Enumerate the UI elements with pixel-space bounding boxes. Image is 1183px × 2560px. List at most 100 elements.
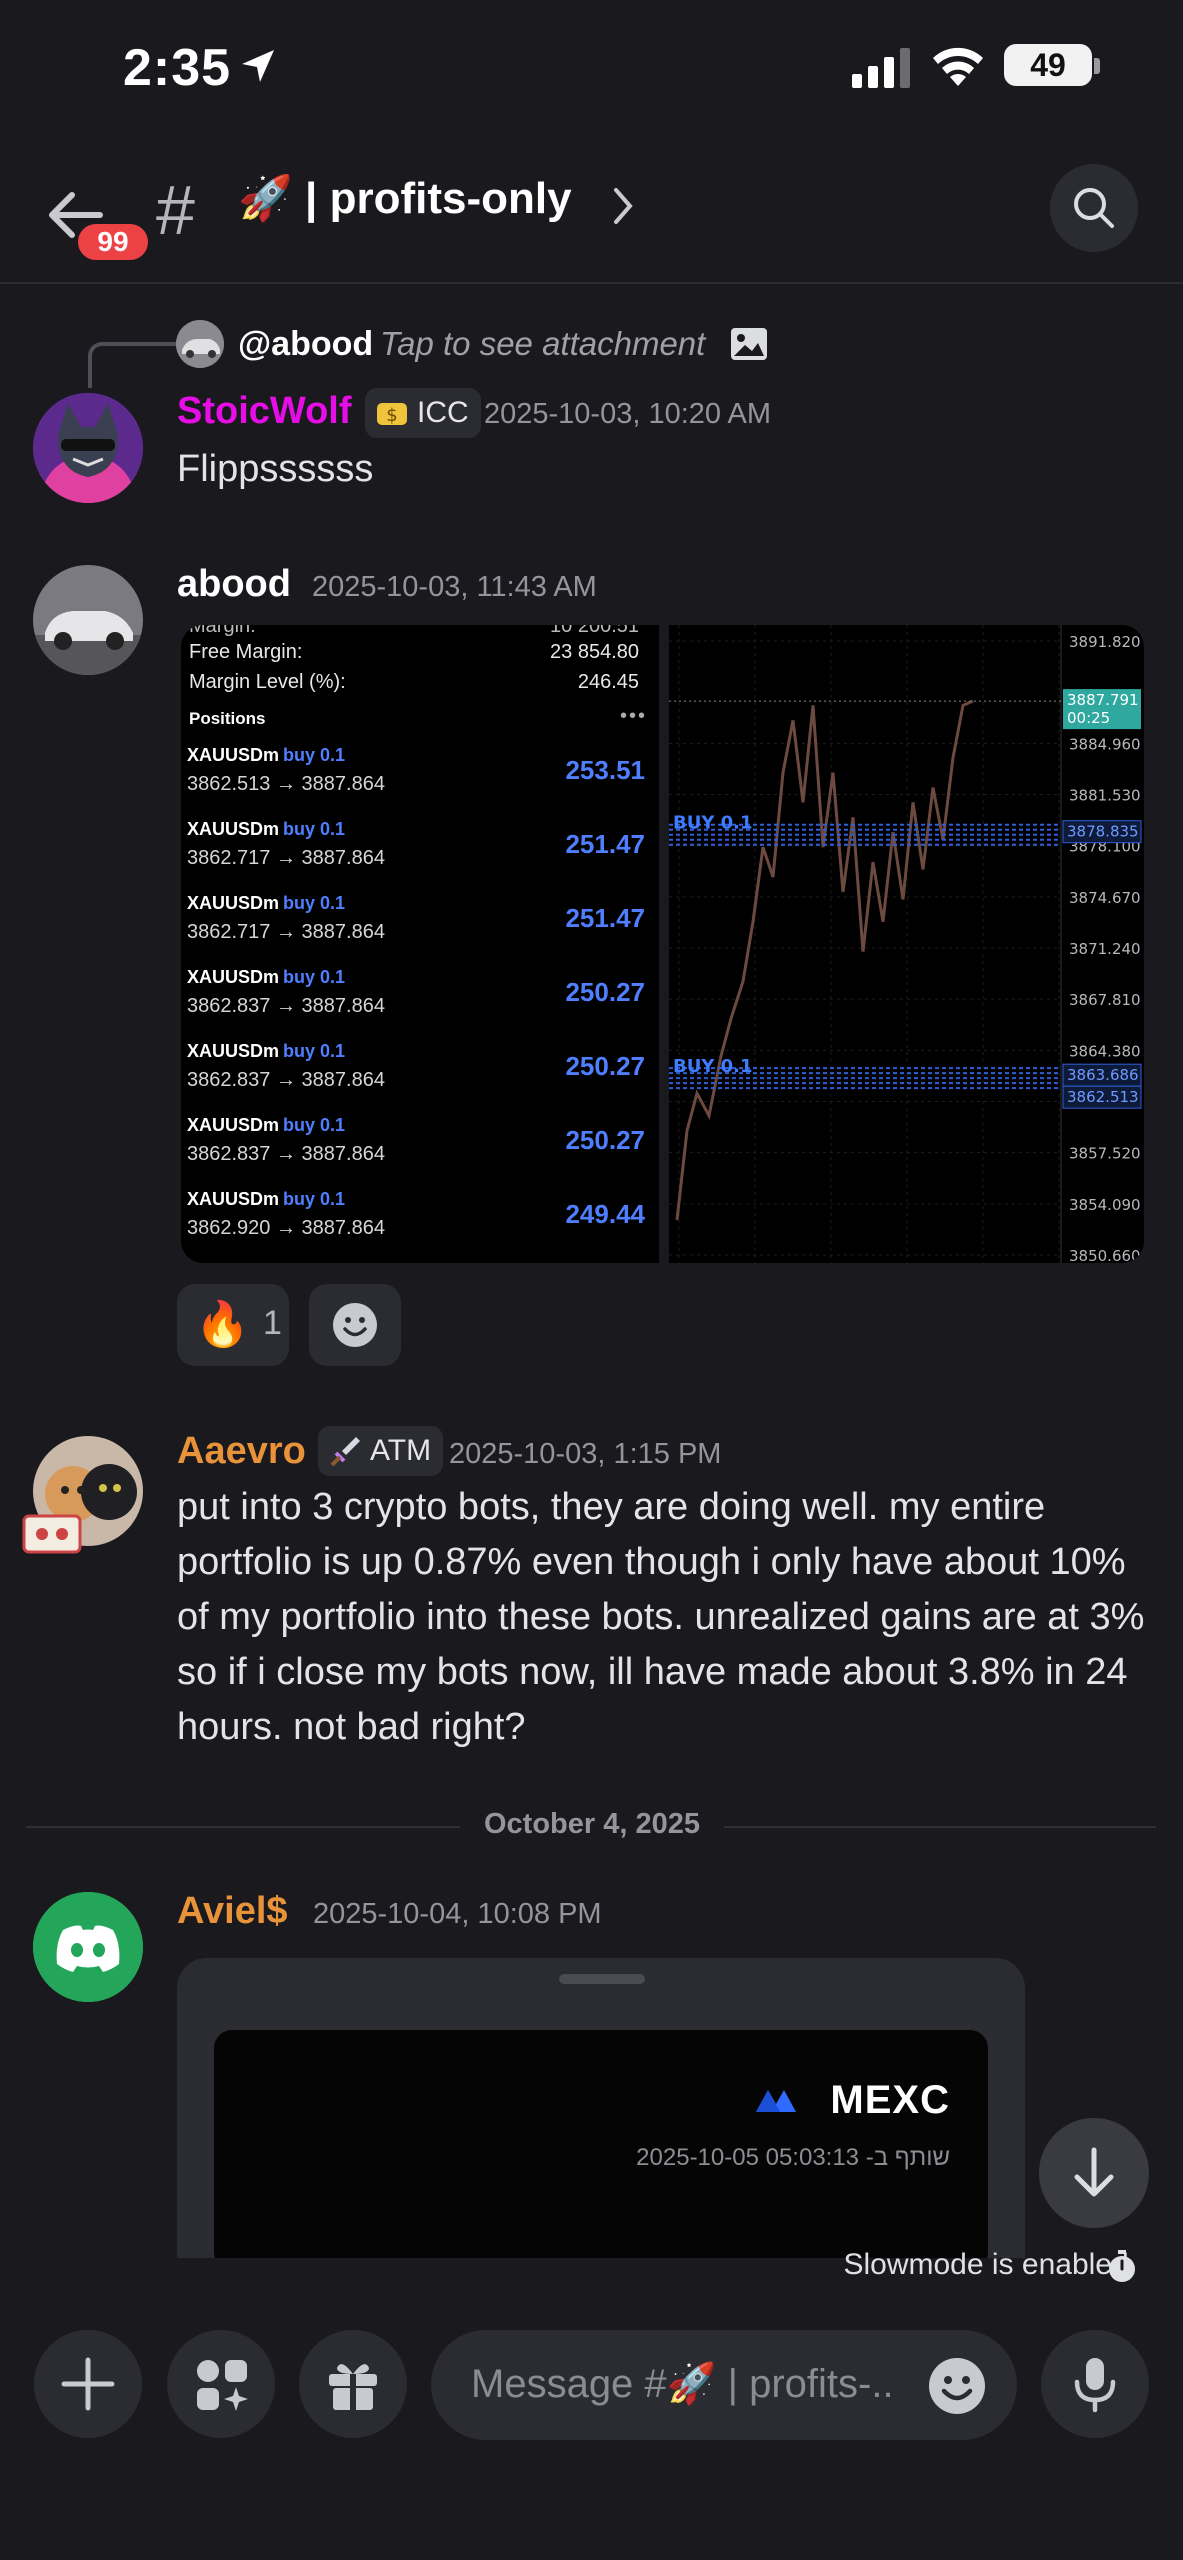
price-tick-label: 3854.090 [1069,1196,1141,1214]
price-tick-label: 3857.520 [1069,1145,1141,1163]
reaction-count: 1 [263,1304,282,1342]
price-chart: 3891.8203884.9603881.5303878.1003874.670… [669,625,1142,1263]
status-bar: 2:35 49 [0,0,1183,140]
unread-badge: 99 [74,220,152,264]
username[interactable]: abood [177,563,291,606]
margin-level-value: 246.45 [577,671,639,693]
position-row: XAUUSDm buy 0.1 3862.920 → 3887.864 249.44 [187,1189,651,1263]
mexc-logo-mark-icon [756,2090,796,2112]
date-divider-label: October 4, 2025 [460,1808,724,1841]
channel-hash-icon: # [156,171,195,249]
position-profit: 250.27 [565,1125,645,1155]
position-profit: 251.47 [565,829,645,859]
role-tag[interactable]: $ ICC [365,388,481,438]
add-reaction-button[interactable] [309,1284,401,1366]
username[interactable]: StoicWolf [177,390,352,433]
battery-level: 49 [1030,47,1066,83]
timestamp: 2025-10-03, 1:15 PM [449,1438,722,1470]
attachment-chart-screenshot[interactable]: 3891.820 3884.960 3881.530 3878.100 3874.670… [669,625,1144,1263]
voice-message-button[interactable] [1041,2330,1149,2438]
position-row: XAUUSDm buy 0.1 3862.717 → 3887.864 251.47 [187,893,651,967]
cassette-decoration-icon [22,1514,82,1554]
username[interactable]: Aaevro [177,1430,306,1473]
username[interactable]: Aviel$ [177,1890,288,1933]
emoji-picker-icon[interactable] [926,2355,988,2417]
svg-text:$: $ [386,405,397,426]
microphone-icon [1074,2358,1116,2413]
timestamp: 2025-10-03, 11:43 AM [312,571,597,603]
role-name: ICC [417,396,469,429]
price-tick-label: 3850.660 [1069,1247,1141,1263]
reply-reference[interactable]: @abood Tap to see attachment [80,318,980,388]
position-prices: 3862.513 → 3887.864 [187,773,385,795]
message-text: Flippssssss [177,448,374,490]
position-prices: 3862.837 → 3887.864 [187,1069,385,1091]
price-tick-label: 3891.820 [1069,633,1141,651]
position-prices: 3862.837 → 3887.864 [187,995,385,1017]
attachment-positions-screenshot[interactable]: Margin: 10 200.51 Free Margin: 23 854.80 M… [181,625,659,1263]
apps-button[interactable] [167,2330,275,2438]
position-prices: 3862.717 → 3887.864 [187,921,385,943]
channel-name: | profits-only [305,174,572,223]
price-tick-label: 3864.380 [1069,1042,1141,1060]
position-profit: 250.27 [565,977,645,1007]
jump-to-bottom-button[interactable] [1039,2118,1149,2228]
reply-text[interactable]: Tap to see attachment [380,325,705,363]
position-prices: 3862.920 → 3887.864 [187,1217,385,1239]
location-arrow-icon [242,50,274,82]
margin-label: Margin: [189,625,256,637]
embed-image[interactable]: MEXC 2025-10-05 05:03:13 -שותף ב [214,2030,988,2258]
position-price-label: 3863.686 [1067,1066,1139,1084]
position-row: XAUUSDm buy 0.1 3862.717 → 3887.864 251.47 [187,819,651,893]
search-icon [1074,188,1114,228]
slowmode-notice: Slowmode is enabled. [843,2248,1137,2281]
margin-level-row: Margin Level (%): 246.45 [189,671,649,694]
position-prices: 3862.717 → 3887.864 [187,847,385,869]
reaction-fire[interactable]: 🔥 1 [177,1284,289,1366]
sword-icon [330,1437,360,1467]
position-profit: 253.51 [565,755,645,785]
message-stoicwolf[interactable]: StoicWolf $ ICC 2025-10-03, 10:20 AM Fli… [0,388,1183,510]
cellular-signal-icon [852,48,910,88]
positions-menu: ••• [619,705,647,727]
free-margin-label: Free Margin: [189,641,303,663]
position-profit: 250.27 [565,1051,645,1081]
embed-handle [559,1974,645,1984]
gift-button[interactable] [299,2330,407,2438]
timestamp: 2025-10-03, 10:20 AM [484,398,771,430]
position-price-label: 3862.513 [1067,1088,1139,1106]
battery-indicator: 49 [1004,44,1092,86]
position-row: XAUUSDm buy 0.1 3862.837 → 3887.864 250.27 [187,967,651,1041]
message-aaevro[interactable]: Aaevro ATM 2025-10-03, 1:15 PM put into … [0,1426,1183,1758]
image-icon [731,328,767,360]
message-aviel[interactable]: Aviel$ 2025-10-04, 10:08 PM [0,1890,1183,2002]
shared-embed-card[interactable]: MEXC 2025-10-05 05:03:13 -שותף ב [177,1958,1025,2258]
current-price-label: 3887.791 [1067,691,1139,709]
reply-avatar [176,320,224,368]
position-row: XAUUSDm buy 0.1 3862.837 → 3887.864 250.27 [187,1041,651,1115]
gift-icon [329,2364,377,2410]
avatar[interactable] [33,393,143,503]
role-name: ATM [370,1434,432,1467]
message-text: put into 3 crypto bots, they are doing w… [177,1486,1145,1748]
chevron-right-icon[interactable] [612,186,636,226]
message-abood[interactable]: abood 2025-10-03, 11:43 AM [0,563,1183,675]
role-tag[interactable]: ATM [318,1426,444,1476]
positions-title: Positions [189,709,266,728]
add-attachment-button[interactable] [34,2330,142,2438]
avatar[interactable] [33,1892,143,2002]
avatar[interactable] [33,565,143,675]
channel-header: 99 # 🚀 | profits-only [0,150,1183,284]
margin-level-label: Margin Level (%): [189,671,346,693]
embed-date: 2025-10-05 05:03:13 -שותף ב [636,2144,950,2171]
reply-username[interactable]: @abood [238,325,373,364]
message-placeholder: Message #🚀 | profits-.. [471,2362,894,2406]
smiley-icon [333,1303,377,1347]
wifi-icon [933,47,983,86]
channel-title[interactable]: 🚀 | profits-only [238,172,572,224]
price-tick-label: 3867.810 [1069,991,1141,1009]
reply-connector [88,342,182,388]
search-button[interactable] [1050,164,1138,252]
margin-row: Margin: 10 200.51 [189,625,649,638]
message-input[interactable]: Message #🚀 | profits-.. [431,2330,1017,2440]
